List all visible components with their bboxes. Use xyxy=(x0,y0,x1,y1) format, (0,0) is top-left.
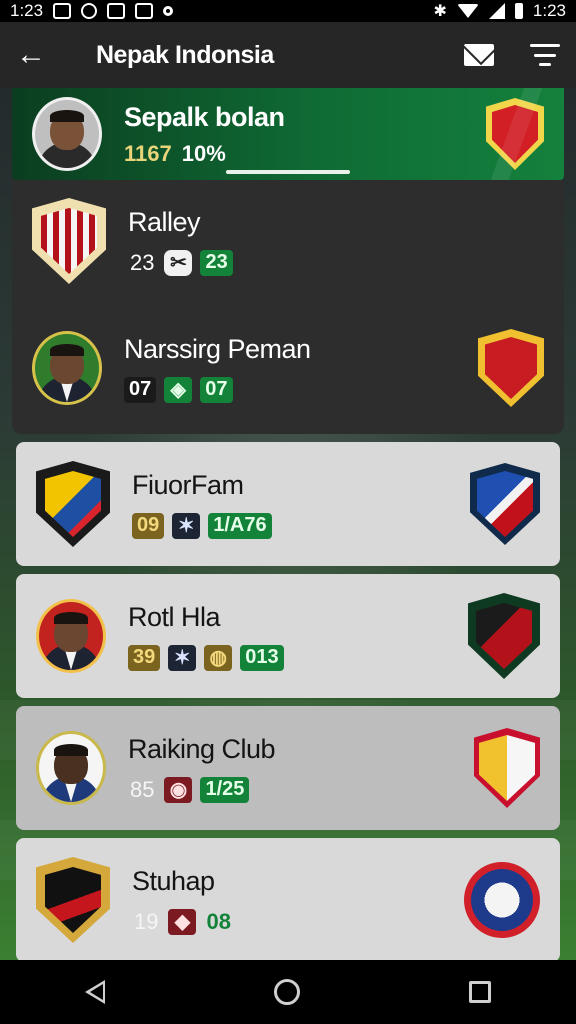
club-crest-icon xyxy=(478,329,544,407)
gmail-icon xyxy=(53,3,72,19)
list-item[interactable]: Ralley 23 ✂ 23 xyxy=(12,180,564,302)
player-avatar xyxy=(32,331,102,405)
wifi-icon xyxy=(456,4,479,18)
team-name: Narssirg Peman xyxy=(124,333,311,364)
battery-icon xyxy=(514,3,523,19)
team-stat-tertiary: 1/A76 xyxy=(208,512,272,539)
team-stat-primary: 39 xyxy=(128,644,161,671)
team-name: Rotl Hla xyxy=(128,601,221,632)
club-crest-icon xyxy=(36,461,110,547)
status-bar: 1:23 ✱ 1:23 xyxy=(0,0,576,22)
team-stat-primary: 19 xyxy=(134,908,159,934)
list-item[interactable]: FiuorFam 09 ✶ 1/A76 xyxy=(16,442,560,566)
player-avatar xyxy=(36,731,106,805)
filter-icon[interactable] xyxy=(530,44,560,66)
app-notification-icon xyxy=(107,3,126,19)
system-nav-bar xyxy=(0,960,576,1024)
club-crest-icon xyxy=(464,862,540,938)
emblem-icon: ◆ xyxy=(168,908,197,935)
whistle-icon: ✂ xyxy=(164,249,193,276)
nav-home-icon[interactable] xyxy=(273,979,300,1005)
dot-notification-icon xyxy=(163,6,174,16)
team-name: Stuhap xyxy=(132,865,215,896)
status-time-right: 1:23 xyxy=(532,1,566,20)
club-crest-icon xyxy=(474,728,540,808)
team-stat-primary: 85 xyxy=(130,776,155,802)
signal-icon xyxy=(488,3,505,19)
shield-icon: ◈ xyxy=(164,376,193,403)
badge-icon: ◍ xyxy=(204,644,233,671)
emblem-icon: ✶ xyxy=(168,644,197,671)
page-title: Nepak Indonsia xyxy=(96,40,274,69)
player-avatar xyxy=(36,599,106,673)
team-stat-tertiary: 013 xyxy=(240,644,284,671)
nav-back-icon[interactable] xyxy=(84,980,105,1004)
emblem-icon: ✶ xyxy=(172,512,201,539)
team-name: Ralley xyxy=(128,206,201,237)
team-stat-secondary: 07 xyxy=(200,376,233,403)
status-time-left: 1:23 xyxy=(10,1,44,20)
list-item[interactable]: Raiking Club 85 ◉ 1/25 xyxy=(16,706,560,830)
featured-card[interactable]: Sepalk bolan 1167 10% xyxy=(12,88,564,180)
team-stat-primary: 09 xyxy=(132,512,165,539)
club-crest-icon xyxy=(468,593,540,679)
team-list: Sepalk bolan 1167 10% Ralley 23 ✂ 23 Nar… xyxy=(12,88,564,962)
dark-card-group: Ralley 23 ✂ 23 Narssirg Peman 07 ◈ 07 xyxy=(12,180,564,434)
team-name: FiuorFam xyxy=(132,469,244,500)
featured-name: Sepalk bolan xyxy=(124,101,285,132)
team-stat-tertiary: 08 xyxy=(206,908,231,934)
team-stat-primary: 07 xyxy=(124,376,157,403)
club-crest-icon xyxy=(32,198,106,284)
featured-stat-b: 10% xyxy=(181,140,226,166)
list-item[interactable]: Narssirg Peman 07 ◈ 07 xyxy=(12,302,564,434)
player-avatar xyxy=(32,97,102,171)
team-stat-tertiary: 1/25 xyxy=(200,776,250,803)
team-stat-secondary: 23 xyxy=(200,249,233,276)
clock-icon xyxy=(81,3,98,19)
club-crest-icon xyxy=(470,463,540,545)
list-item[interactable]: Stuhap 19 ◆ 08 xyxy=(16,838,560,962)
nav-recents-icon[interactable] xyxy=(469,981,492,1003)
mail-icon[interactable] xyxy=(464,44,494,66)
club-crest-icon xyxy=(486,98,544,170)
featured-stat-a: 1167 xyxy=(124,140,172,166)
club-crest-icon xyxy=(36,857,110,943)
team-name: Raiking Club xyxy=(128,733,276,764)
mail-notification-icon xyxy=(135,3,154,19)
team-stat-primary: 23 xyxy=(130,249,155,275)
emblem-icon: ◉ xyxy=(164,776,193,803)
selection-indicator xyxy=(226,170,350,174)
app-bar: ← Nepak Indonsia xyxy=(0,22,576,88)
bluetooth-icon: ✱ xyxy=(433,3,447,20)
list-item[interactable]: Rotl Hla 39 ✶ ◍ 013 xyxy=(16,574,560,698)
back-arrow-icon[interactable]: ← xyxy=(16,40,62,70)
